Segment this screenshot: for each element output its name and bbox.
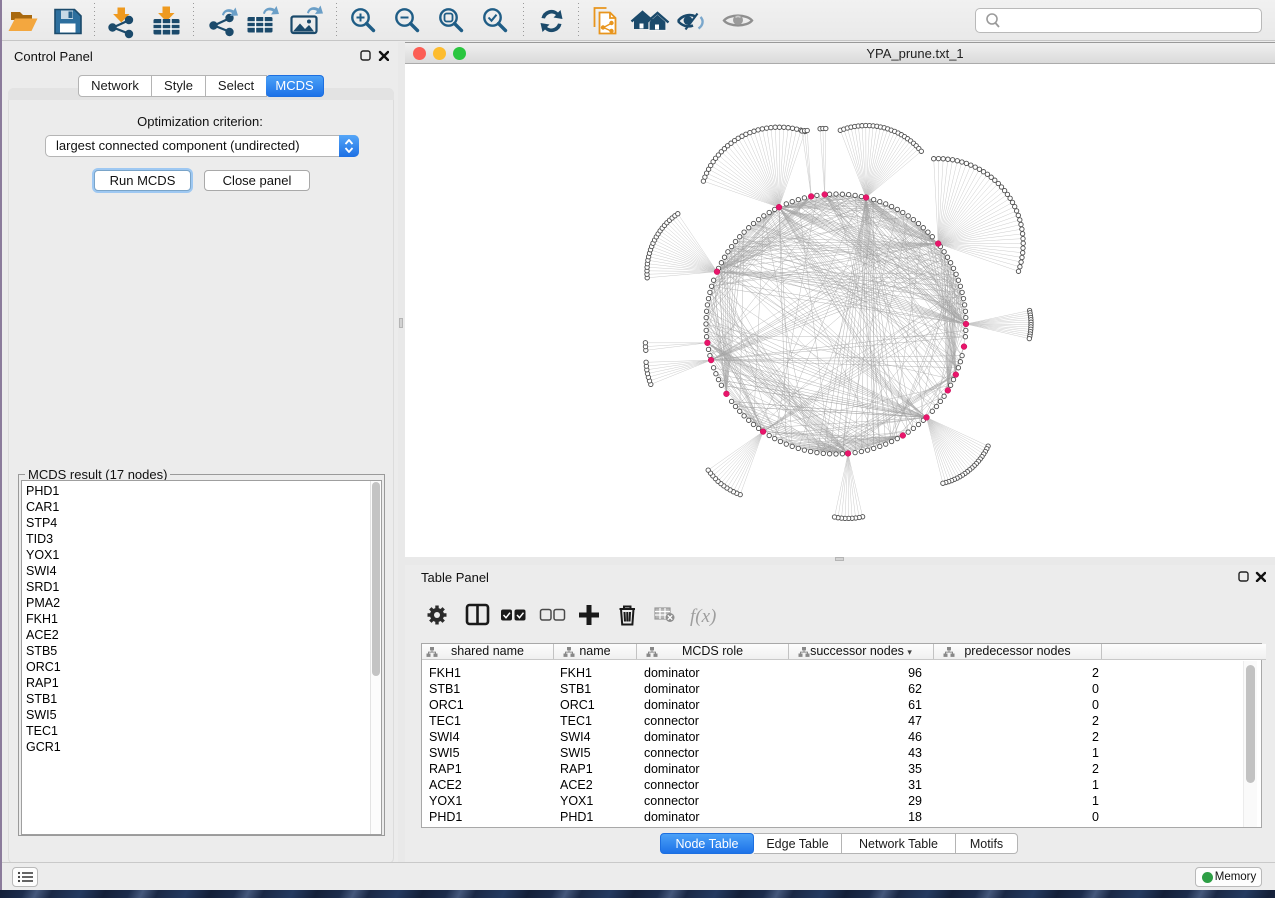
svg-text:f(x): f(x) [690,606,716,627]
